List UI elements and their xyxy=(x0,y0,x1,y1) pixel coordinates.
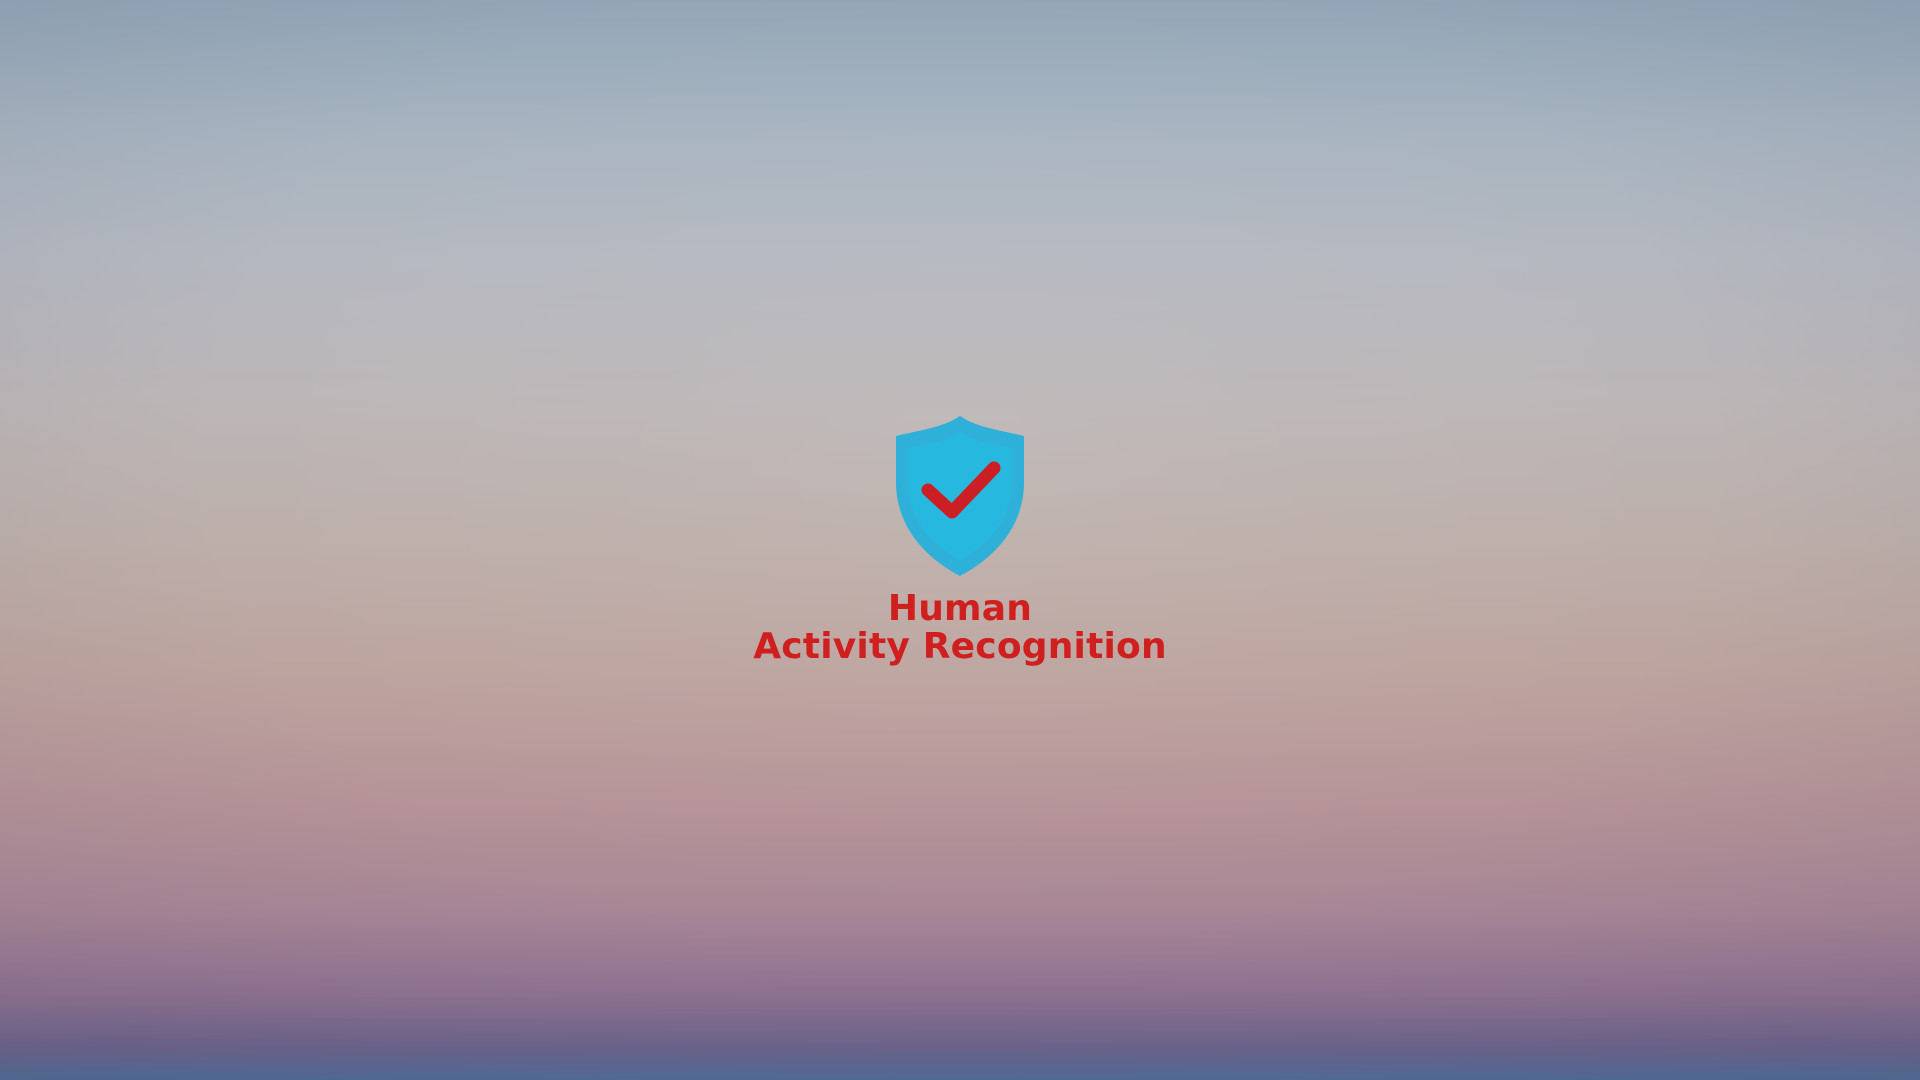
app-title: Human Activity Recognition xyxy=(753,590,1167,666)
splash-screen: Human Activity Recognition xyxy=(0,412,1920,666)
app-title-line1: Human xyxy=(887,588,1033,629)
app-title-line2: Activity Recognition xyxy=(753,626,1167,667)
shield-check-icon xyxy=(896,416,1024,576)
